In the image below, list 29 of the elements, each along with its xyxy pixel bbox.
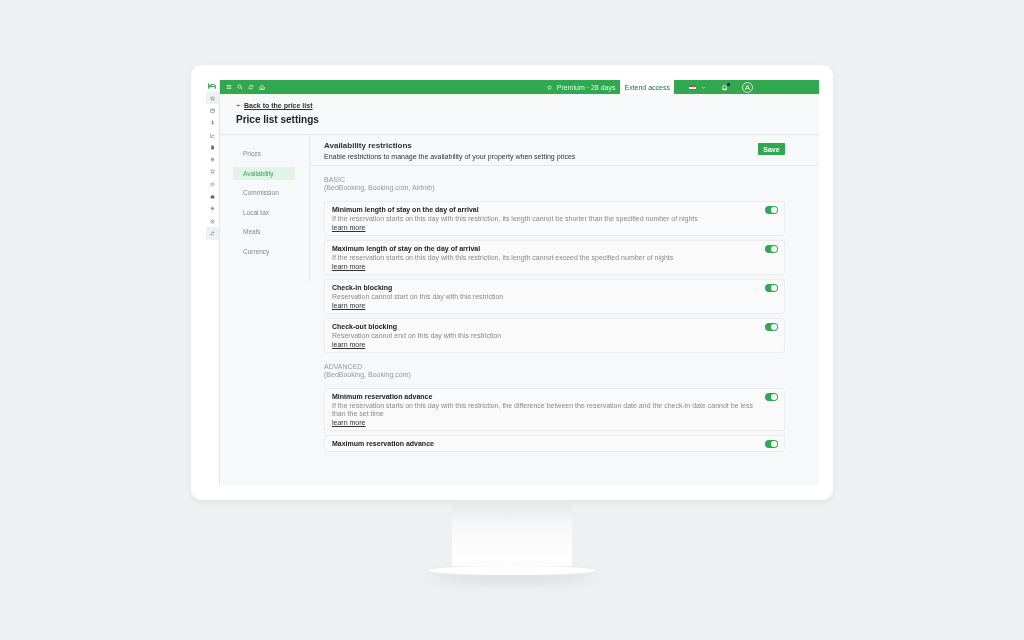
bed-icon (208, 82, 216, 90)
briefcase-icon (209, 194, 215, 199)
dollar-icon (209, 120, 215, 126)
section-title: Availability restrictions (324, 140, 413, 150)
star-icon (546, 84, 552, 90)
home-icon[interactable] (259, 84, 265, 90)
menu-icon[interactable] (226, 84, 232, 90)
refresh-icon[interactable] (248, 84, 254, 90)
flag-icon[interactable] (689, 84, 696, 90)
toggle-switch[interactable] (765, 323, 778, 331)
toggle-switch[interactable] (765, 206, 778, 214)
page-title: Price list settings (236, 114, 320, 125)
toggle-switch[interactable] (765, 245, 778, 253)
refresh-icon (209, 230, 215, 236)
person-icon (209, 181, 215, 187)
toggle-switch[interactable] (765, 440, 778, 448)
back-arrow-icon (236, 103, 241, 108)
document-icon (209, 144, 215, 150)
star-icon (209, 95, 215, 101)
star-icon (209, 169, 215, 175)
list-icon (209, 157, 215, 163)
calendar-icon (209, 107, 215, 113)
settings-icon (209, 206, 215, 212)
circle-icon (209, 218, 215, 224)
search-icon[interactable] (237, 84, 243, 90)
chart-icon (209, 132, 215, 138)
toggle-switch[interactable] (765, 393, 778, 401)
chevron-icon[interactable] (701, 84, 706, 90)
toggle-switch[interactable] (765, 284, 778, 292)
